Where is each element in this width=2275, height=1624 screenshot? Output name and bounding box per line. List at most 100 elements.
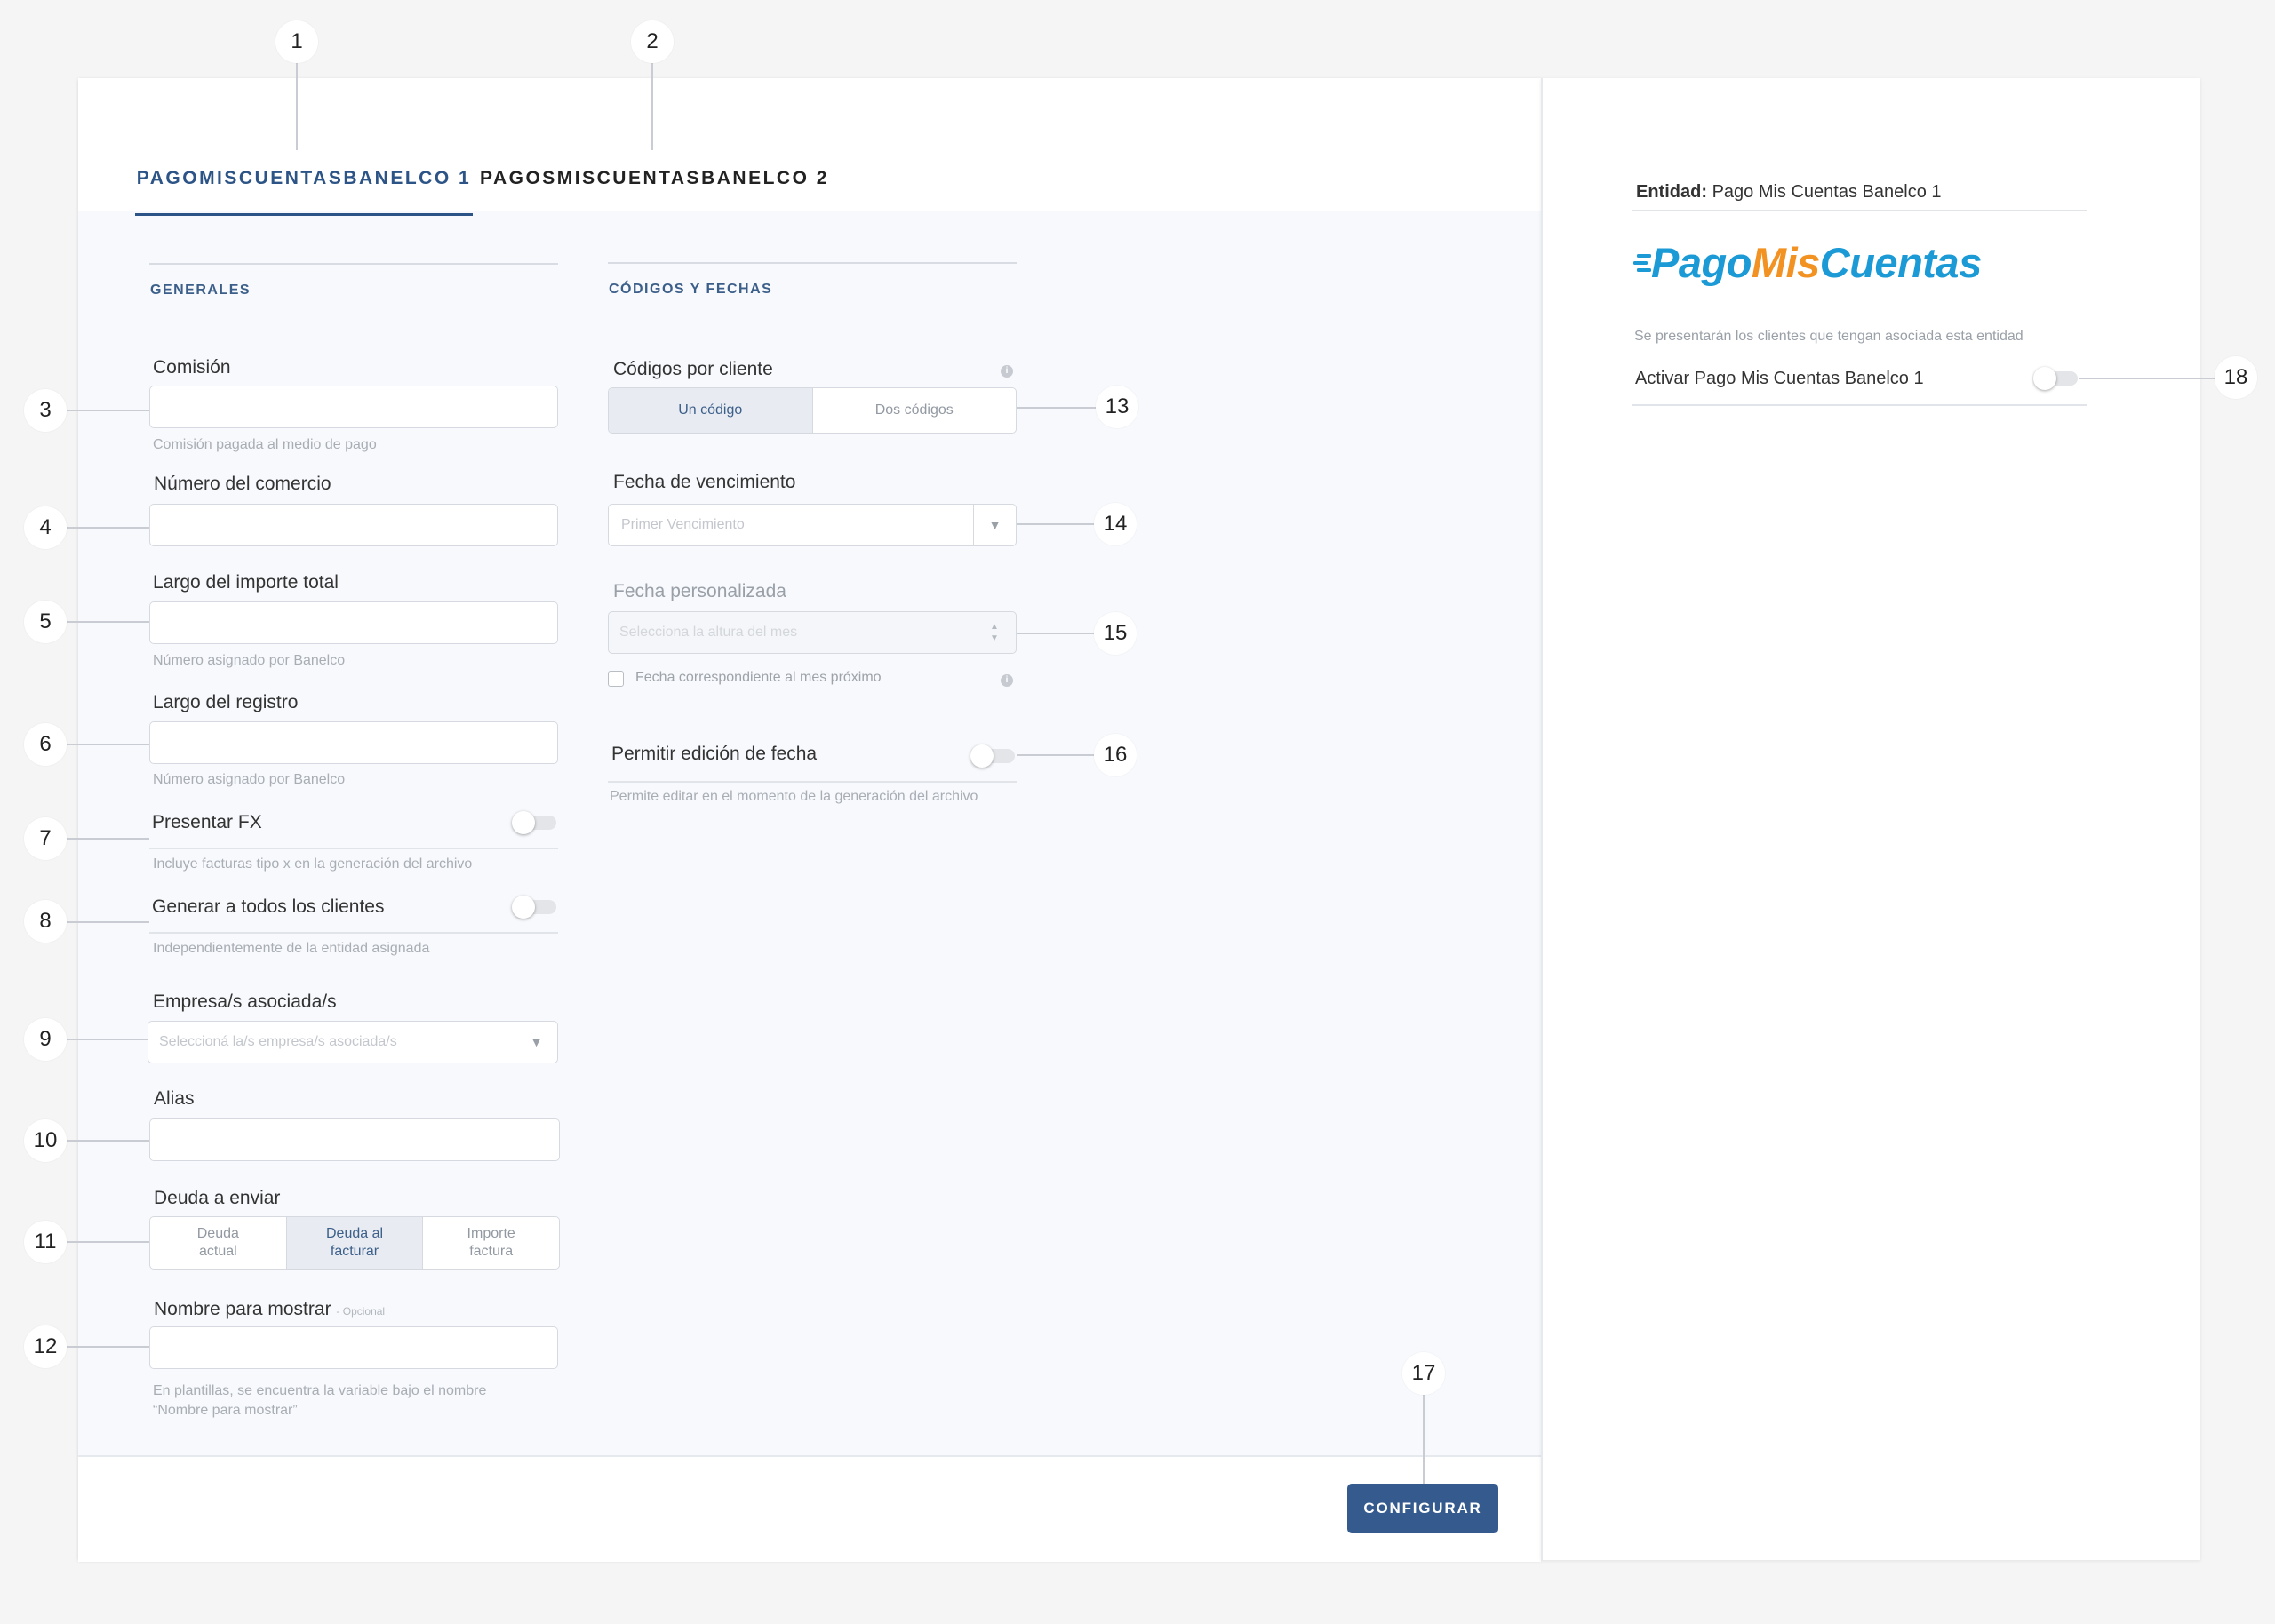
option-un-codigo[interactable]: Un código [609, 388, 813, 433]
nombre-mostrar-label: Nombre para mostrar - Opcional [154, 1299, 386, 1319]
callout-badge: 12 [24, 1325, 67, 1368]
empresas-select[interactable]: Seleccioná la/s empresa/s asociada/s ▼ [148, 1021, 558, 1063]
nombre-mostrar-input[interactable] [149, 1326, 558, 1369]
callout-line [1017, 754, 1097, 756]
divider [608, 781, 1017, 783]
chevron-down-icon[interactable]: ▼ [973, 505, 1016, 545]
permitir-edicion-help: Permite editar en el momento de la gener… [610, 789, 978, 804]
largo-registro-help: Número asignado por Banelco [153, 772, 346, 787]
fecha-vencimiento-placeholder: Primer Vencimiento [621, 517, 745, 532]
largo-importe-label: Largo del importe total [153, 572, 339, 593]
callout-badge: 9 [24, 1018, 67, 1061]
presentar-fx-label: Presentar FX [152, 812, 262, 832]
permitir-edicion-toggle[interactable] [970, 744, 1017, 768]
info-icon[interactable]: i [1001, 674, 1013, 687]
comision-label: Comisión [153, 357, 231, 378]
largo-registro-input[interactable] [149, 721, 558, 764]
deuda-label: Deuda a enviar [154, 1188, 281, 1208]
deuda-option-actual[interactable]: Deuda actual [150, 1217, 287, 1269]
callout-badge: 18 [2215, 356, 2257, 399]
callout-badge: 14 [1094, 503, 1137, 545]
fecha-personalizada-input[interactable]: Selecciona la altura del mes ▲ ▼ [608, 611, 1017, 654]
callout-line [66, 1346, 149, 1348]
entidad-description: Se presentarán los clientes que tengan a… [1634, 329, 2024, 344]
divider [149, 848, 558, 849]
fecha-personalizada-label: Fecha personalizada [613, 581, 786, 601]
callout-badge: 4 [24, 506, 67, 549]
callout-line [66, 621, 149, 623]
fecha-vencimiento-label: Fecha de vencimiento [613, 472, 796, 492]
callout-badge: 7 [24, 817, 67, 860]
alias-label: Alias [154, 1088, 195, 1109]
deuda-option-al-facturar[interactable]: Deuda al facturar [286, 1217, 424, 1269]
section-title-generales: GENERALES [150, 283, 251, 298]
callout-badge: 5 [24, 601, 67, 643]
deuda-option-importe-factura[interactable]: Importe factura [423, 1217, 559, 1269]
callout-line [66, 838, 149, 840]
callout-badge: 10 [24, 1119, 67, 1162]
fecha-vencimiento-select[interactable]: Primer Vencimiento ▼ [608, 504, 1017, 546]
callout-line [1017, 523, 1097, 525]
largo-importe-input[interactable] [149, 601, 558, 644]
generar-todos-toggle[interactable] [512, 896, 558, 919]
section-divider [149, 263, 558, 265]
entidad-value: Pago Mis Cuentas Banelco 1 [1712, 182, 1942, 202]
section-divider [608, 262, 1017, 264]
divider [1632, 404, 2087, 406]
section-title-codigos-fechas: CÓDIGOS Y FECHAS [609, 282, 773, 297]
entidad-line: Entidad: Pago Mis Cuentas Banelco 1 [1636, 182, 1942, 203]
callout-line [66, 1140, 149, 1142]
activar-label: Activar Pago Mis Cuentas Banelco 1 [1635, 369, 1924, 388]
info-icon[interactable]: i [1001, 365, 1013, 378]
comision-help: Comisión pagada al medio de pago [153, 437, 377, 452]
callout-badge: 13 [1096, 386, 1138, 428]
mes-proximo-label: Fecha correspondiente al mes próximo [635, 670, 882, 685]
configure-button[interactable]: CONFIGURAR [1347, 1484, 1498, 1533]
deuda-segmented-control[interactable]: Deuda actual Deuda al facturar Importe fact… [149, 1216, 560, 1270]
tab-pagosmiscuentasbanelco-2[interactable]: PAGOSMISCUENTASBANELCO 2 [480, 151, 826, 213]
footer-bar [78, 1455, 1541, 1562]
option-dos-codigos[interactable]: Dos códigos [813, 388, 1017, 433]
callout-badge: 8 [24, 900, 67, 943]
callout-line [2079, 378, 2218, 379]
numero-comercio-label: Número del comercio [154, 474, 331, 494]
divider [1632, 210, 2087, 211]
callout-line [1017, 633, 1097, 634]
callout-badge: 6 [24, 723, 67, 766]
callout-badge: 16 [1094, 734, 1137, 776]
fecha-personalizada-placeholder: Selecciona la altura del mes [619, 625, 798, 640]
callout-badge: 3 [24, 389, 67, 432]
codigos-cliente-label: Códigos por cliente [613, 359, 773, 379]
callout-badge: 11 [24, 1221, 67, 1263]
comision-input[interactable] [149, 386, 558, 428]
callout-line [66, 1241, 149, 1243]
activar-toggle[interactable] [2033, 367, 2079, 390]
tab-pagomiscuentasbanelco-1[interactable]: PAGOMISCUENTASBANELCO 1 [135, 151, 473, 216]
callout-line [66, 527, 149, 529]
largo-registro-label: Largo del registro [153, 692, 299, 712]
callout-line [1423, 1393, 1425, 1484]
callout-line [66, 1039, 148, 1040]
empresas-placeholder: Seleccioná la/s empresa/s asociada/s [159, 1034, 397, 1049]
numero-comercio-input[interactable] [149, 504, 558, 546]
callout-badge: 1 [275, 20, 318, 63]
presentar-fx-help: Incluye facturas tipo x en la generación… [153, 856, 473, 872]
permitir-edicion-label: Permitir edición de fecha [611, 744, 818, 764]
callout-line [651, 63, 653, 150]
logo-lines-icon [1633, 254, 1651, 272]
presentar-fx-toggle[interactable] [512, 811, 558, 834]
callout-line [296, 63, 298, 150]
empresas-label: Empresa/s asociada/s [153, 991, 337, 1012]
alias-input[interactable] [149, 1118, 560, 1161]
mes-proximo-checkbox[interactable] [608, 671, 624, 687]
largo-importe-help: Número asignado por Banelco [153, 653, 346, 668]
generar-todos-help: Independientemente de la entidad asignad… [153, 941, 430, 956]
codigos-cliente-segmented-control[interactable]: Un código Dos códigos [608, 387, 1017, 434]
entidad-label: Entidad: [1636, 182, 1707, 202]
callout-badge: 15 [1094, 612, 1137, 655]
callout-badge: 2 [631, 20, 674, 63]
callout-badge: 17 [1402, 1352, 1445, 1395]
chevron-down-icon[interactable]: ▼ [515, 1022, 557, 1063]
divider [149, 932, 558, 934]
stepper-arrows-icon[interactable]: ▲ ▼ [973, 612, 1016, 653]
